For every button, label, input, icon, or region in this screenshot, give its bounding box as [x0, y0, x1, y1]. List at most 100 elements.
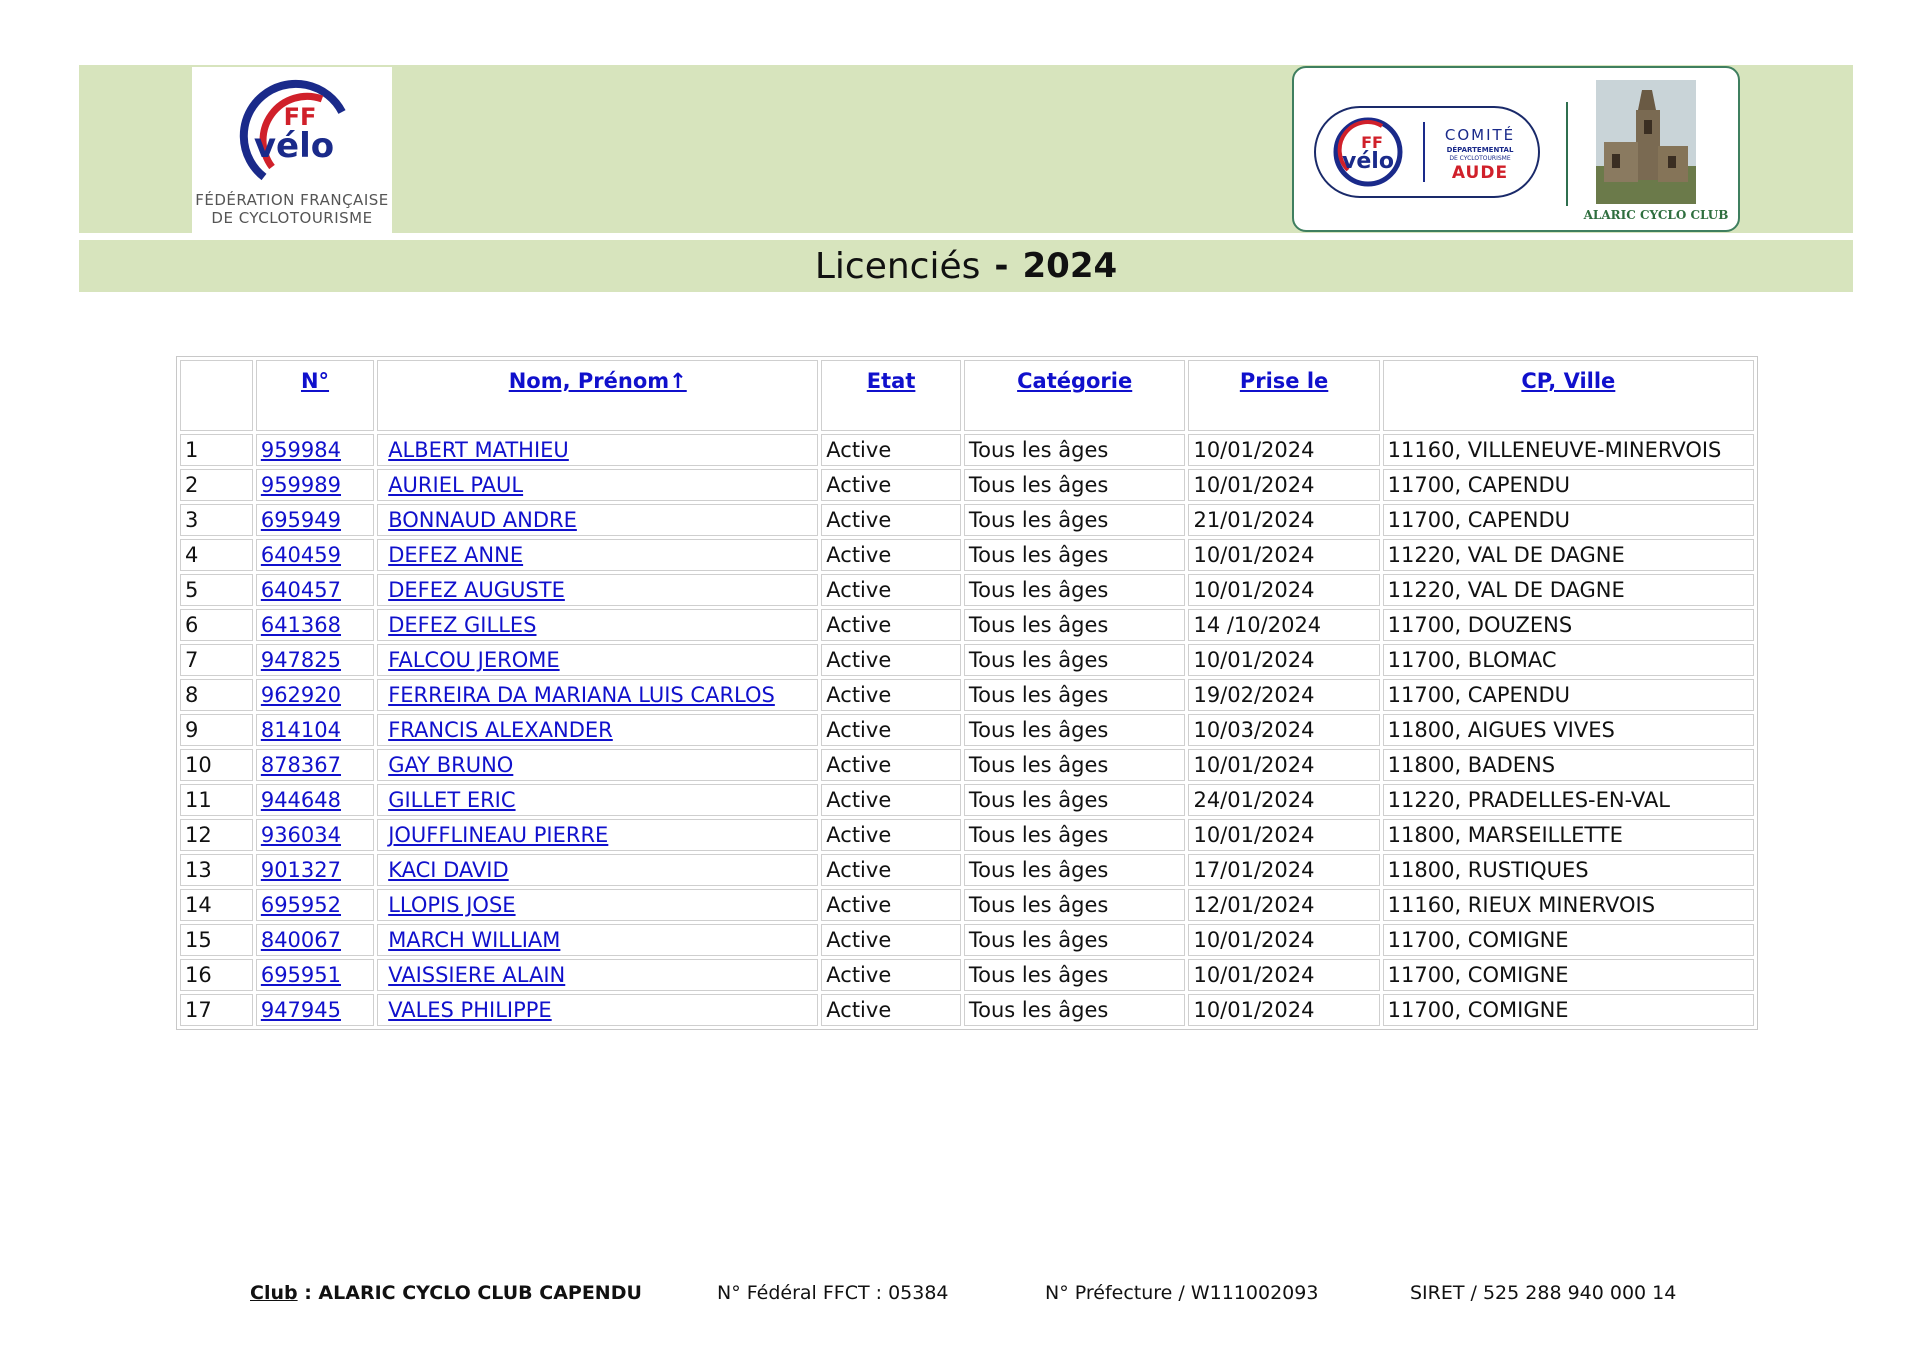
member-categorie-cell: Tous les âges — [963, 959, 1186, 991]
member-name-link[interactable]: KACI DAVID — [382, 858, 508, 882]
member-name-link[interactable]: BONNAUD ANDRE — [382, 508, 577, 532]
member-number-cell: 878367 — [255, 749, 375, 781]
member-name-cell: LLOPIS JOSE — [377, 889, 819, 921]
member-name-link[interactable]: GILLET ERIC — [382, 788, 515, 812]
row-index-cell: 7 — [180, 644, 253, 676]
member-name-link[interactable]: LLOPIS JOSE — [382, 893, 515, 917]
table-row: 4 640459 DEFEZ ANNE Active Tous les âges 10/0… — [180, 539, 1754, 571]
member-name-link[interactable]: AURIEL PAUL — [382, 473, 523, 497]
member-name-link[interactable]: DEFEZ GILLES — [382, 613, 536, 637]
row-index-cell: 14 — [180, 889, 253, 921]
member-ville-cell: 11220, VAL DE DAGNE — [1382, 539, 1754, 571]
title-year: 2024 — [1022, 246, 1118, 286]
member-name-cell: MARCH WILLIAM — [377, 924, 819, 956]
member-number-link[interactable]: 640457 — [261, 578, 341, 602]
table-row: 15 840067 MARCH WILLIAM Active Tous les âges… — [180, 924, 1754, 956]
sort-ville-link[interactable]: CP, Ville — [1521, 369, 1615, 393]
member-number-link[interactable]: 947825 — [261, 648, 341, 672]
member-etat-cell: Active — [821, 574, 961, 606]
member-name-link[interactable]: FRANCIS ALEXANDER — [382, 718, 613, 742]
member-name-cell: KACI DAVID — [377, 854, 819, 886]
footer-club: Club : ALARIC CYCLO CLUB CAPENDU — [250, 1282, 642, 1304]
member-prise-cell: 10/01/2024 — [1188, 994, 1380, 1026]
member-number-link[interactable]: 944648 — [261, 788, 341, 812]
member-number-cell: 840067 — [255, 924, 375, 956]
table-row: 3 695949 BONNAUD ANDRE Active Tous les âges 2… — [180, 504, 1754, 536]
member-number-cell: 695951 — [255, 959, 375, 991]
member-number-cell: 640459 — [255, 539, 375, 571]
member-prise-cell: 10/01/2024 — [1188, 959, 1380, 991]
member-ville-cell: 11700, COMIGNE — [1382, 959, 1754, 991]
sort-name-link[interactable]: Nom, Prénom↑ — [509, 369, 687, 393]
member-etat-cell: Active — [821, 504, 961, 536]
member-name-link[interactable]: VALES PHILIPPE — [382, 998, 552, 1022]
member-number-link[interactable]: 641368 — [261, 613, 341, 637]
member-number-cell: 936034 — [255, 819, 375, 851]
member-name-cell: FERREIRA DA MARIANA LUIS CARLOS — [377, 679, 819, 711]
member-number-link[interactable]: 901327 — [261, 858, 341, 882]
member-prise-cell: 10/01/2024 — [1188, 574, 1380, 606]
row-index-cell: 13 — [180, 854, 253, 886]
table-row: 16 695951 VAISSIERE ALAIN Active Tous les âg… — [180, 959, 1754, 991]
member-name-link[interactable]: GAY BRUNO — [382, 753, 513, 777]
member-number-cell: 695952 — [255, 889, 375, 921]
member-number-cell: 947945 — [255, 994, 375, 1026]
member-name-link[interactable]: DEFEZ ANNE — [382, 543, 523, 567]
row-index-cell: 11 — [180, 784, 253, 816]
member-number-link[interactable]: 959984 — [261, 438, 341, 462]
table-header-row: N° Nom, Prénom↑ Etat Catégorie Prise le … — [180, 360, 1754, 431]
svg-text:vélo: vélo — [254, 126, 334, 166]
member-ville-cell: 11160, VILLENEUVE-MINERVOIS — [1382, 434, 1754, 466]
table-row: 1 959984 ALBERT MATHIEU Active Tous les âges… — [180, 434, 1754, 466]
member-name-cell: JOUFFLINEAU PIERRE — [377, 819, 819, 851]
table-row: 2 959989 AURIEL PAUL Active Tous les âges 10/… — [180, 469, 1754, 501]
member-name-link[interactable]: FALCOU JEROME — [382, 648, 559, 672]
member-etat-cell: Active — [821, 854, 961, 886]
svg-text:DÉPARTEMENTAL: DÉPARTEMENTAL — [1447, 145, 1514, 154]
sort-prise-link[interactable]: Prise le — [1240, 369, 1328, 393]
member-name-link[interactable]: VAISSIERE ALAIN — [382, 963, 565, 987]
member-etat-cell: Active — [821, 749, 961, 781]
col-header-prise: Prise le — [1188, 360, 1380, 431]
sort-categorie-link[interactable]: Catégorie — [1017, 369, 1132, 393]
sort-etat-link[interactable]: Etat — [867, 369, 916, 393]
page-title: Licenciés — [814, 245, 981, 287]
member-prise-cell: 10/03/2024 — [1188, 714, 1380, 746]
member-number-link[interactable]: 695952 — [261, 893, 341, 917]
member-number-link[interactable]: 640459 — [261, 543, 341, 567]
row-index-cell: 15 — [180, 924, 253, 956]
member-number-link[interactable]: 959989 — [261, 473, 341, 497]
member-categorie-cell: Tous les âges — [963, 714, 1186, 746]
row-index-cell: 16 — [180, 959, 253, 991]
row-index-cell: 4 — [180, 539, 253, 571]
member-name-link[interactable]: DEFEZ AUGUSTE — [382, 578, 565, 602]
member-number-link[interactable]: 814104 — [261, 718, 341, 742]
title-separator: - — [994, 246, 1009, 286]
member-number-link[interactable]: 936034 — [261, 823, 341, 847]
member-number-link[interactable]: 947945 — [261, 998, 341, 1022]
member-prise-cell: 12/01/2024 — [1188, 889, 1380, 921]
member-name-link[interactable]: FERREIRA DA MARIANA LUIS CARLOS — [382, 683, 775, 707]
sort-number-link[interactable]: N° — [301, 369, 329, 393]
member-name-link[interactable]: MARCH WILLIAM — [382, 928, 560, 952]
member-prise-cell: 10/01/2024 — [1188, 924, 1380, 956]
member-prise-cell: 10/01/2024 — [1188, 434, 1380, 466]
row-index-cell: 10 — [180, 749, 253, 781]
member-prise-cell: 21/01/2024 — [1188, 504, 1380, 536]
member-number-cell: 944648 — [255, 784, 375, 816]
footer-club-label: Club — [250, 1282, 298, 1304]
member-number-link[interactable]: 695951 — [261, 963, 341, 987]
member-name-cell: DEFEZ ANNE — [377, 539, 819, 571]
row-index-cell: 5 — [180, 574, 253, 606]
member-name-link[interactable]: ALBERT MATHIEU — [382, 438, 569, 462]
member-number-link[interactable]: 962920 — [261, 683, 341, 707]
member-prise-cell: 10/01/2024 — [1188, 644, 1380, 676]
member-name-link[interactable]: JOUFFLINEAU PIERRE — [382, 823, 608, 847]
member-categorie-cell: Tous les âges — [963, 749, 1186, 781]
member-name-cell: GAY BRUNO — [377, 749, 819, 781]
member-number-link[interactable]: 695949 — [261, 508, 341, 532]
row-index-cell: 8 — [180, 679, 253, 711]
member-ville-cell: 11800, BADENS — [1382, 749, 1754, 781]
member-number-link[interactable]: 878367 — [261, 753, 341, 777]
member-number-link[interactable]: 840067 — [261, 928, 341, 952]
